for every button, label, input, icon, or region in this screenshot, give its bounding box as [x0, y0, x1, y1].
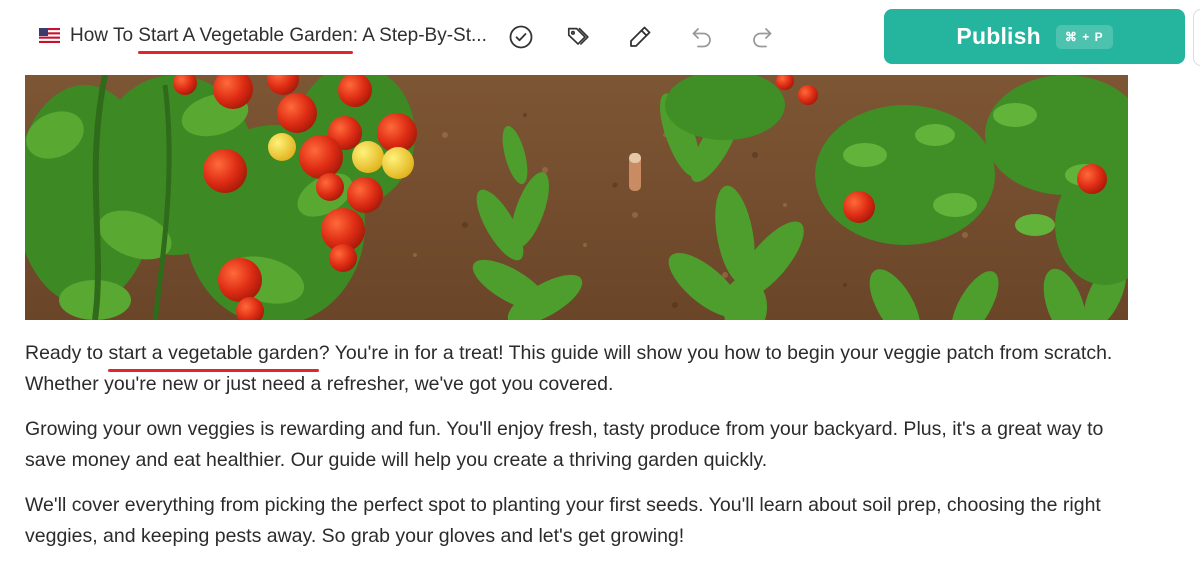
tags-icon[interactable] — [563, 21, 595, 53]
secondary-button-edge[interactable] — [1193, 9, 1200, 66]
check-circle-icon[interactable] — [505, 21, 537, 53]
undo-icon[interactable] — [686, 21, 718, 53]
paragraph-1: Ready to start a vegetable garden? You'r… — [25, 338, 1145, 400]
p1-text-start: Ready to — [25, 342, 109, 364]
pencil-icon[interactable] — [624, 21, 656, 53]
title-prefix: How To — [70, 25, 139, 46]
publish-button[interactable]: Publish ⌘ + P — [884, 9, 1185, 64]
document-title[interactable]: How To Start A Vegetable Garden: A Step-… — [70, 24, 487, 54]
title-suffix: : A Step-By-St... — [352, 25, 487, 46]
redo-icon[interactable] — [746, 21, 778, 53]
vegetable-garden-photo — [25, 75, 1128, 320]
publish-shortcut-badge: ⌘ + P — [1055, 24, 1113, 49]
editor-toolbar: How To Start A Vegetable Garden: A Step-… — [0, 0, 1200, 72]
focus-keyword: start a vegetable garden — [108, 338, 320, 372]
us-flag-icon — [39, 28, 60, 43]
title-keyword: Start A Vegetable Garden — [138, 25, 354, 54]
hero-image — [25, 75, 1128, 320]
article-body[interactable]: Ready to start a vegetable garden? You'r… — [25, 338, 1145, 566]
paragraph-3: We'll cover everything from picking the … — [25, 494, 1101, 547]
paragraph-2: Growing your own veggies is rewarding an… — [25, 418, 1104, 471]
publish-label: Publish — [956, 23, 1041, 49]
